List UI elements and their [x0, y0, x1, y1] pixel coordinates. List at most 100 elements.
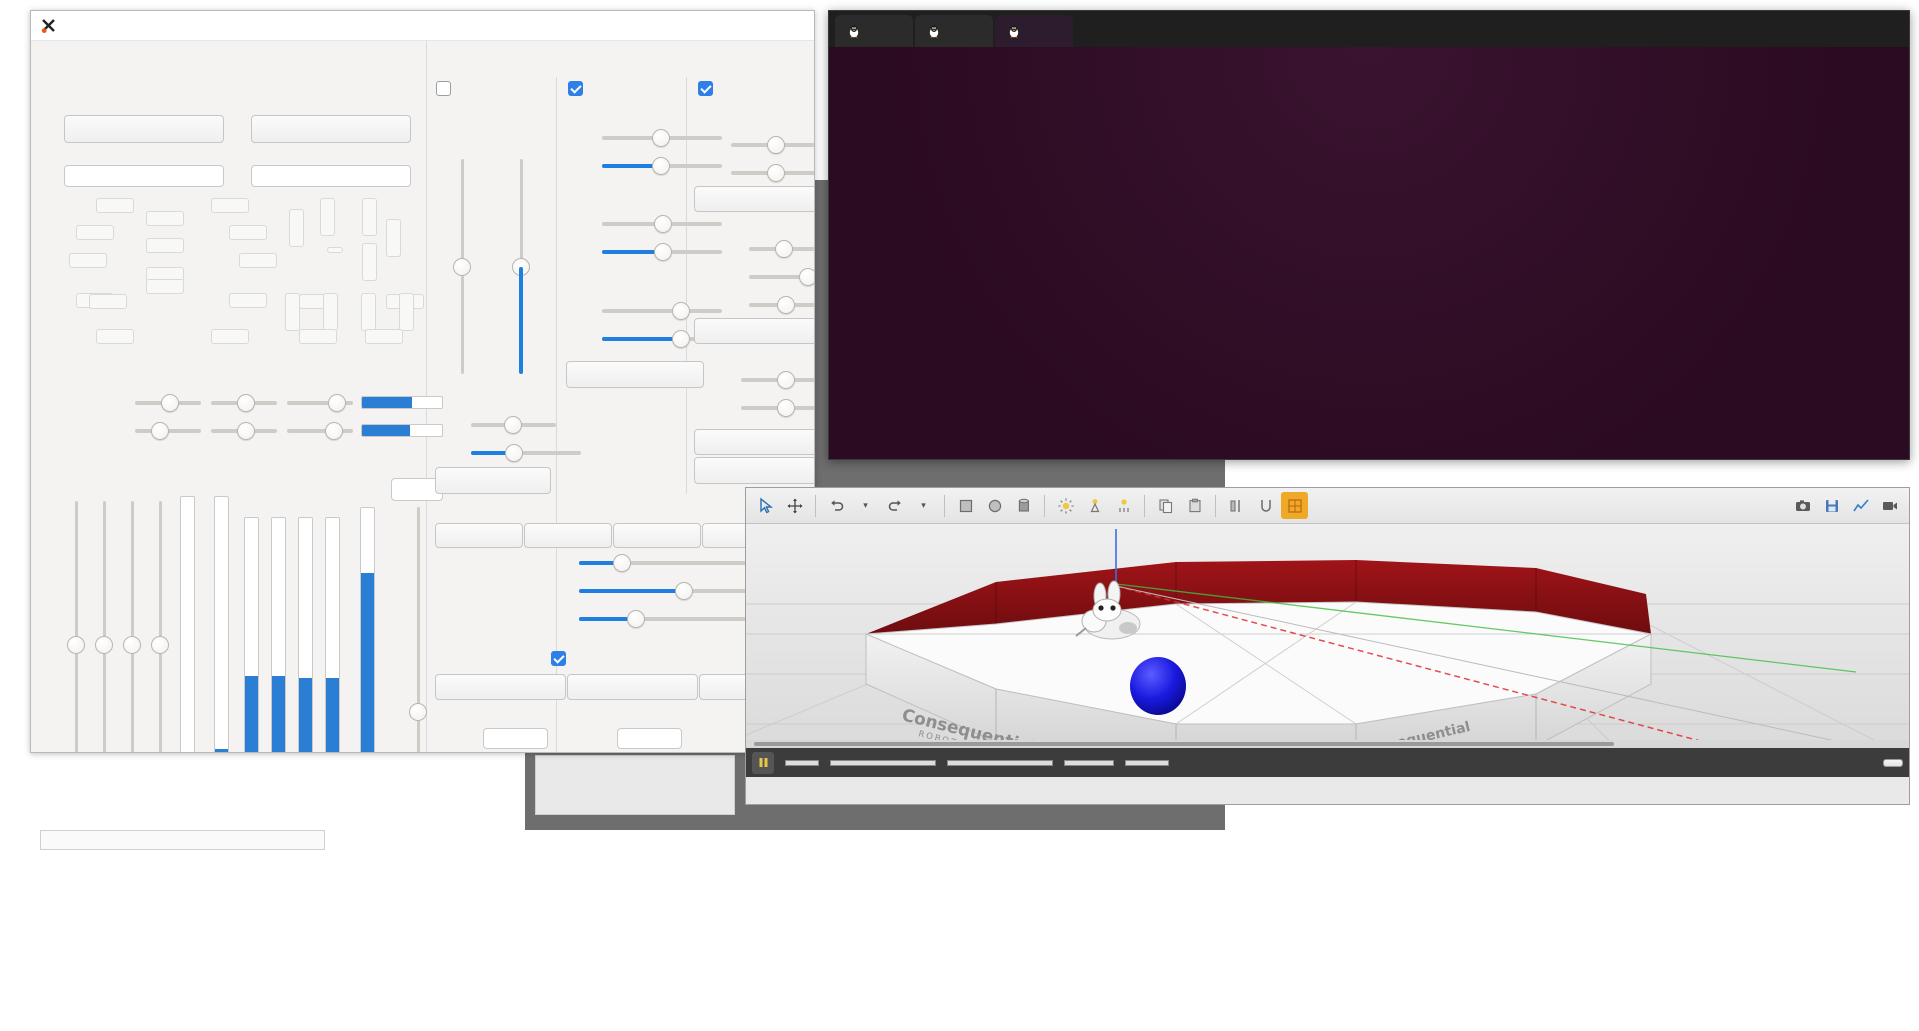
redo-icon[interactable] — [881, 492, 908, 519]
slider-knob — [95, 636, 113, 654]
terminal-minimize-button[interactable] — [1771, 11, 1817, 47]
head-touch-pad — [299, 329, 337, 344]
tone-preset-2-button[interactable] — [524, 523, 612, 548]
waggle-button[interactable] — [694, 318, 814, 344]
eyelid-right-slider[interactable] — [731, 164, 814, 182]
plot-icon[interactable] — [1847, 492, 1874, 519]
slider-knob[interactable] — [777, 371, 795, 389]
view-icon[interactable] — [1281, 492, 1308, 519]
kin-set-to-calibration-button[interactable] — [566, 361, 704, 388]
gazebo-window: ▾ ▾ Consequential — [745, 487, 1910, 805]
slider-knob[interactable] — [777, 296, 795, 314]
body-touch-pad — [229, 225, 267, 240]
tone-preset-1-button[interactable] — [435, 523, 523, 548]
terminal-tab-roscore[interactable] — [835, 15, 913, 47]
cylinder-icon[interactable] — [1010, 492, 1037, 519]
slider-knob[interactable] — [627, 610, 645, 628]
velocity-left-slider[interactable] — [453, 159, 471, 374]
slider-knob[interactable] — [767, 164, 785, 182]
weggle-button[interactable] — [694, 186, 814, 212]
terminal-maximize-button[interactable] — [1817, 11, 1863, 47]
pause-icon[interactable] — [752, 751, 774, 774]
gui-close-button[interactable] — [772, 11, 814, 41]
translate-mode-icon[interactable] — [781, 492, 808, 519]
slider-knob[interactable] — [775, 240, 793, 258]
set-to-zero-button[interactable] — [435, 467, 551, 494]
gazebo-horizontal-scrollbar[interactable] — [746, 740, 1909, 748]
light-point-icon[interactable] — [1052, 492, 1079, 519]
chevron-down-icon[interactable]: ▾ — [852, 492, 879, 519]
control-cos-checkbox[interactable] — [698, 81, 720, 96]
slider-knob[interactable] — [777, 399, 795, 417]
iterations-value — [1064, 759, 1114, 766]
log-save-icon[interactable] — [1818, 492, 1845, 519]
middle-colour-swatch[interactable] — [617, 728, 682, 749]
undo-icon[interactable] — [823, 492, 850, 519]
slider-knob[interactable] — [652, 157, 670, 175]
accel-body-y-slider — [211, 394, 277, 412]
slider-knob[interactable] — [675, 582, 693, 600]
slider-knob[interactable] — [505, 444, 523, 462]
led-reset-off-button[interactable] — [435, 674, 566, 700]
select-mode-icon[interactable] — [752, 492, 779, 519]
terminal-tab-close-icon[interactable] — [885, 22, 903, 40]
gazebo-reset-button[interactable] — [1883, 758, 1903, 767]
light-spot-icon[interactable] — [1081, 492, 1108, 519]
slider-knob[interactable] — [767, 136, 785, 154]
tab-dropdown-icon[interactable] — [1105, 15, 1135, 47]
control-illumination-leds-checkbox[interactable] — [551, 651, 573, 666]
slider-knob[interactable] — [613, 554, 631, 572]
box-icon[interactable] — [952, 492, 979, 519]
wiggle-button[interactable] — [694, 429, 814, 455]
gazebo-toolbar: ▾ ▾ — [746, 488, 1909, 524]
control-kin-checkbox[interactable] — [568, 81, 590, 96]
ear-left-slider[interactable] — [741, 371, 814, 389]
tail-wagging-slider[interactable] — [749, 296, 814, 314]
scrollbar-thumb[interactable] — [754, 742, 1614, 746]
paste-icon[interactable] — [1181, 492, 1208, 519]
wheel-speed-right-slider-1 — [123, 501, 141, 752]
terminal-output[interactable] — [829, 47, 1909, 459]
slider-knob — [151, 422, 169, 440]
led-preset-1-button[interactable] — [567, 674, 698, 700]
align-icon[interactable] — [1223, 492, 1250, 519]
head-touch-pad — [365, 329, 403, 344]
terminal-tab-close-icon[interactable] — [965, 22, 983, 40]
snap-icon[interactable] — [1252, 492, 1279, 519]
light-directional-icon[interactable] — [1110, 492, 1137, 519]
slider-knob[interactable] — [799, 268, 814, 286]
angular-velocity-command-slider[interactable] — [471, 444, 581, 462]
velocity-right-slider[interactable] — [512, 159, 530, 374]
tail-droop-slider[interactable] — [749, 240, 814, 258]
eyelid-left-slider[interactable] — [731, 136, 814, 154]
lift-command-slider[interactable] — [602, 157, 722, 175]
sim-time-value — [830, 759, 936, 766]
body-touch-pad — [69, 253, 107, 268]
tone-preset-3-button[interactable] — [613, 523, 701, 548]
terminal-tab-wsl-ros-1[interactable] — [915, 15, 993, 47]
display-microphones-button[interactable] — [251, 115, 411, 143]
sphere-icon[interactable] — [981, 492, 1008, 519]
gazebo-3d-scene[interactable]: Consequential ROBOTICS Consequential ROB… — [746, 524, 1909, 777]
slider-knob[interactable] — [654, 243, 672, 261]
tail-wag-slider[interactable] — [749, 268, 814, 286]
terminal-tab-close-icon[interactable] — [1045, 22, 1063, 40]
slider-knob[interactable] — [672, 330, 690, 348]
new-tab-button[interactable] — [1075, 15, 1105, 47]
cos-set-to-calibration-button[interactable] — [694, 457, 814, 484]
terminal-close-button[interactable] — [1863, 11, 1909, 47]
front-colour-swatch[interactable] — [483, 728, 548, 749]
display-cameras-button[interactable] — [64, 115, 224, 143]
gui-maximize-button[interactable] — [730, 11, 772, 41]
gui-minimize-button[interactable] — [688, 11, 730, 41]
chevron-down-icon[interactable]: ▾ — [910, 492, 937, 519]
screenshot-camera-icon[interactable] — [1789, 492, 1816, 519]
yaw-command-slider[interactable] — [602, 243, 722, 261]
body-touch-pad — [229, 293, 267, 308]
slider-knob[interactable] — [453, 258, 471, 276]
terminal-tab-wsl-ros-2[interactable] — [995, 15, 1073, 47]
control-vel-checkbox[interactable] — [436, 81, 458, 96]
video-record-icon[interactable] — [1876, 492, 1903, 519]
ear-right-slider[interactable] — [741, 399, 814, 417]
copy-icon[interactable] — [1152, 492, 1179, 519]
